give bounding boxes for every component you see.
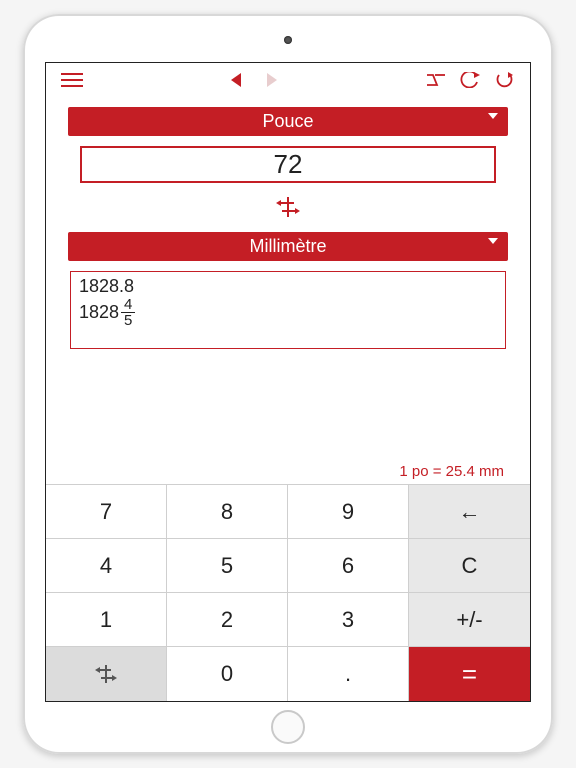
- key-9[interactable]: 9: [288, 485, 409, 539]
- keypad: 7 8 9 ← 4 5 6 C 1 2 3 +/- 0 . =: [46, 484, 530, 701]
- key-swap[interactable]: [46, 647, 167, 701]
- key-3[interactable]: 3: [288, 593, 409, 647]
- fraction-denominator: 5: [121, 313, 135, 328]
- fraction-numerator: 4: [121, 297, 135, 313]
- camera-dot: [284, 36, 292, 44]
- home-button[interactable]: [271, 710, 305, 744]
- delete-forward-icon: [425, 73, 447, 87]
- hamburger-icon: [61, 73, 83, 87]
- toolbar: [46, 63, 530, 97]
- conversion-panel: Pouce 72 Millimètre 1828.8 1828 4 5: [46, 97, 530, 484]
- output-decimal: 1828.8: [79, 276, 497, 297]
- swap-row: [68, 193, 508, 222]
- key-8[interactable]: 8: [167, 485, 288, 539]
- key-backspace[interactable]: ←: [409, 485, 530, 539]
- fraction-whole: 1828: [79, 302, 119, 323]
- output-box: 1828.8 1828 4 5: [70, 271, 506, 349]
- triangle-left-icon: [231, 73, 243, 87]
- next-button[interactable]: [257, 66, 285, 94]
- app-screen: Pouce 72 Millimètre 1828.8 1828 4 5: [45, 62, 531, 702]
- conversion-hint: 1 po = 25.4 mm: [68, 463, 508, 480]
- to-unit-select[interactable]: Millimètre: [68, 232, 508, 261]
- key-sign[interactable]: +/-: [409, 593, 530, 647]
- prev-button[interactable]: [223, 66, 251, 94]
- from-value-field[interactable]: 72: [80, 146, 496, 183]
- delete-forward-button[interactable]: [422, 66, 450, 94]
- from-unit-select[interactable]: Pouce: [68, 107, 508, 136]
- redo-button[interactable]: [490, 66, 518, 94]
- redo-icon: [495, 71, 513, 89]
- from-unit-label: Pouce: [262, 111, 313, 131]
- tablet-frame: Pouce 72 Millimètre 1828.8 1828 4 5: [23, 14, 553, 754]
- to-unit-label: Millimètre: [249, 236, 326, 256]
- key-0[interactable]: 0: [167, 647, 288, 701]
- triangle-right-icon: [265, 73, 277, 87]
- swap-icon[interactable]: [278, 199, 298, 215]
- key-2[interactable]: 2: [167, 593, 288, 647]
- key-7[interactable]: 7: [46, 485, 167, 539]
- key-5[interactable]: 5: [167, 539, 288, 593]
- key-equals[interactable]: =: [409, 647, 530, 701]
- from-value: 72: [274, 149, 303, 179]
- menu-button[interactable]: [58, 66, 86, 94]
- undo-icon: [460, 72, 480, 88]
- key-clear[interactable]: C: [409, 539, 530, 593]
- key-4[interactable]: 4: [46, 539, 167, 593]
- undo-button[interactable]: [456, 66, 484, 94]
- key-6[interactable]: 6: [288, 539, 409, 593]
- output-fraction: 1828 4 5: [79, 297, 135, 328]
- swap-mini-icon: [97, 667, 115, 681]
- key-dot[interactable]: .: [288, 647, 409, 701]
- key-1[interactable]: 1: [46, 593, 167, 647]
